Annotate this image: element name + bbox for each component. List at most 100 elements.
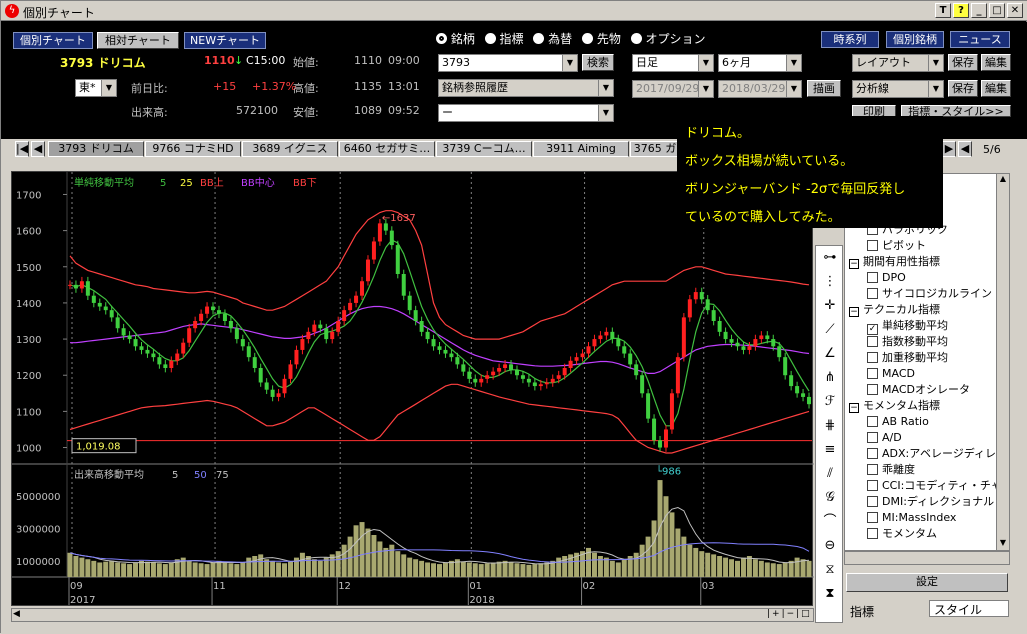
chart-scrollbar[interactable] bbox=[11, 608, 814, 622]
cycle-tool-icon[interactable]: ⧖ bbox=[820, 560, 840, 580]
arc-tool-icon[interactable]: ⌒ bbox=[820, 512, 840, 532]
cross-tool-icon[interactable]: ✛ bbox=[820, 296, 840, 316]
tab-new-chart[interactable]: NEWチャート bbox=[184, 32, 266, 49]
trendline-tool-icon[interactable]: ⟋ bbox=[820, 320, 840, 340]
checkbox[interactable] bbox=[867, 288, 878, 299]
tab-stock-4[interactable]: 6460 セガサミ… bbox=[339, 141, 435, 157]
tab-stock-2[interactable]: 9766 コナミHD bbox=[145, 141, 241, 157]
retracement-tool-icon[interactable]: ≡ bbox=[820, 440, 840, 460]
prev-tab-icon[interactable]: ◀ bbox=[31, 141, 45, 157]
checkbox[interactable] bbox=[867, 432, 878, 443]
tab-relative-chart[interactable]: 相対チャート bbox=[97, 32, 179, 49]
indicator-item[interactable]: MACD bbox=[845, 366, 1007, 382]
collapse-icon[interactable]: − bbox=[849, 403, 859, 413]
indicator-item[interactable]: AB Ratio bbox=[845, 414, 1007, 430]
save-analysis-button[interactable]: 保存 bbox=[948, 80, 978, 97]
checkbox[interactable] bbox=[867, 336, 878, 347]
indicator-item[interactable]: MACDオシレータ bbox=[845, 382, 1007, 398]
indicator-item[interactable]: モメンタム bbox=[845, 526, 1007, 542]
news-button[interactable]: ニュース bbox=[950, 31, 1010, 48]
zoom-controls-icon[interactable]: |+|−|□ bbox=[767, 609, 812, 619]
maximize-button[interactable]: □ bbox=[989, 3, 1005, 18]
gann-tool-icon[interactable]: 𝒢 bbox=[820, 488, 840, 508]
tab-indicator[interactable]: 指標 bbox=[850, 603, 874, 620]
scroll-down-icon[interactable]: ▼ bbox=[997, 538, 1009, 550]
checkbox[interactable] bbox=[867, 480, 878, 491]
draw-button[interactable]: 描画 bbox=[807, 80, 841, 97]
tab-stock-7[interactable]: 3765 ガ bbox=[630, 141, 680, 157]
search-button[interactable]: 検索 bbox=[582, 54, 614, 71]
measure-tool-icon[interactable]: ⧗ bbox=[820, 584, 840, 604]
history-select[interactable]: 銘柄参照履歴 ▼ bbox=[438, 79, 614, 97]
collapse-icon[interactable]: − bbox=[849, 259, 859, 269]
indicator-item[interactable]: A/D bbox=[845, 430, 1007, 446]
indicator-item[interactable]: サイコロジカルライン bbox=[845, 286, 1007, 302]
radio-futures[interactable]: 先物 bbox=[582, 32, 621, 46]
minimize-button[interactable]: _ bbox=[971, 3, 987, 18]
checkbox[interactable] bbox=[867, 496, 878, 507]
scroll-up-icon[interactable]: ▲ bbox=[997, 174, 1009, 186]
checkbox[interactable] bbox=[867, 416, 878, 427]
close-button[interactable]: ✕ bbox=[1007, 3, 1023, 18]
edit-layout-button[interactable]: 編集 bbox=[981, 54, 1011, 71]
text-button[interactable]: T bbox=[935, 3, 951, 18]
scroll-left-icon[interactable]: ◀ bbox=[13, 609, 25, 621]
timeseries-button[interactable]: 時系列 bbox=[821, 31, 879, 48]
parallel-tool-icon[interactable]: ⋕ bbox=[820, 416, 840, 436]
indicator-item[interactable]: MI:MassIndex bbox=[845, 510, 1007, 526]
tab-stock-3[interactable]: 3689 イグニス bbox=[242, 141, 338, 157]
collapse-icon[interactable]: − bbox=[849, 307, 859, 317]
radio-index[interactable]: 指標 bbox=[484, 32, 524, 46]
indicator-item[interactable]: ADX:アベレージディレ bbox=[845, 446, 1007, 462]
indicator-item[interactable]: 乖離度 bbox=[845, 462, 1007, 478]
checkbox[interactable] bbox=[867, 240, 878, 251]
indicator-item[interactable]: DMI:ディレクショナル bbox=[845, 494, 1007, 510]
indicator-item[interactable]: CCI:コモディティ・チャ bbox=[845, 478, 1007, 494]
checkbox[interactable] bbox=[867, 512, 878, 523]
indicator-item[interactable]: ピボット bbox=[845, 238, 1007, 254]
list-hscrollbar[interactable] bbox=[844, 551, 1010, 565]
angle-tool-icon[interactable]: ∠ bbox=[820, 344, 840, 364]
tab-stock-5[interactable]: 3739 Cーコム… bbox=[436, 141, 532, 157]
radio-option[interactable]: オプション bbox=[630, 32, 706, 46]
first-tab-icon[interactable]: |◀ bbox=[15, 141, 29, 157]
fan-tool-icon[interactable]: ⋔ bbox=[820, 368, 840, 388]
fib-tool-icon[interactable]: ℱ bbox=[820, 392, 840, 412]
category-row[interactable]: − テクニカル指標 bbox=[845, 302, 1007, 318]
layout-select[interactable]: レイアウト ▼ bbox=[852, 54, 944, 72]
analysis-select[interactable]: 分析線 ▼ bbox=[852, 80, 944, 98]
indicator-item[interactable]: 加重移動平均 bbox=[845, 350, 1007, 366]
vline-tool-icon[interactable]: ⋮ bbox=[820, 272, 840, 292]
radio-fx[interactable]: 為替 bbox=[533, 32, 572, 46]
chart-panel[interactable]: 1700 1600 1500 1400 1300 1200 1100 1000 5000000… bbox=[11, 171, 814, 606]
indicator-item[interactable]: 指数移動平均 bbox=[845, 334, 1007, 350]
checkbox[interactable] bbox=[867, 368, 878, 379]
next-tab-icon[interactable]: ▶ bbox=[942, 141, 956, 157]
checkbox[interactable] bbox=[867, 384, 878, 395]
checkbox[interactable] bbox=[867, 464, 878, 475]
sub-select[interactable]: ー ▼ bbox=[438, 104, 614, 122]
category-row[interactable]: − 期間有用性指標 bbox=[845, 254, 1007, 270]
category-row[interactable]: − モメンタム指標 bbox=[845, 398, 1007, 414]
tab-stock-6[interactable]: 3911 Aiming bbox=[533, 141, 629, 157]
individual-stock-button[interactable]: 個別銘柄 bbox=[886, 31, 944, 48]
hline-tool-icon[interactable]: ⊶ bbox=[820, 248, 840, 268]
period-unit-select[interactable]: 日足 ▼ bbox=[632, 54, 714, 72]
edit-analysis-button[interactable]: 編集 bbox=[981, 80, 1011, 97]
date-to[interactable]: 2018/03/29 ▼ bbox=[718, 80, 802, 98]
market-select[interactable]: 東* ▼ bbox=[75, 79, 117, 97]
indicator-item[interactable]: ✓ 単純移動平均 bbox=[845, 318, 1007, 335]
tab-stock-1[interactable]: 3793 ドリコム bbox=[48, 141, 144, 157]
indicator-item[interactable]: DPO bbox=[845, 270, 1007, 286]
channel-tool-icon[interactable]: ⫽ bbox=[820, 464, 840, 484]
checkbox[interactable] bbox=[867, 528, 878, 539]
symbol-input[interactable]: 3793 ▼ bbox=[438, 54, 578, 72]
checkbox[interactable] bbox=[867, 272, 878, 283]
tab-single-chart[interactable]: 個別チャート bbox=[13, 32, 93, 49]
checkbox[interactable] bbox=[867, 448, 878, 459]
list-scrollbar[interactable] bbox=[996, 173, 1010, 551]
date-from[interactable]: 2017/09/29 ▼ bbox=[632, 80, 714, 98]
tab-style[interactable]: スタイル bbox=[929, 600, 1009, 617]
last-tab-icon[interactable]: ◀ bbox=[958, 141, 972, 157]
help-button[interactable]: ? bbox=[953, 3, 969, 18]
